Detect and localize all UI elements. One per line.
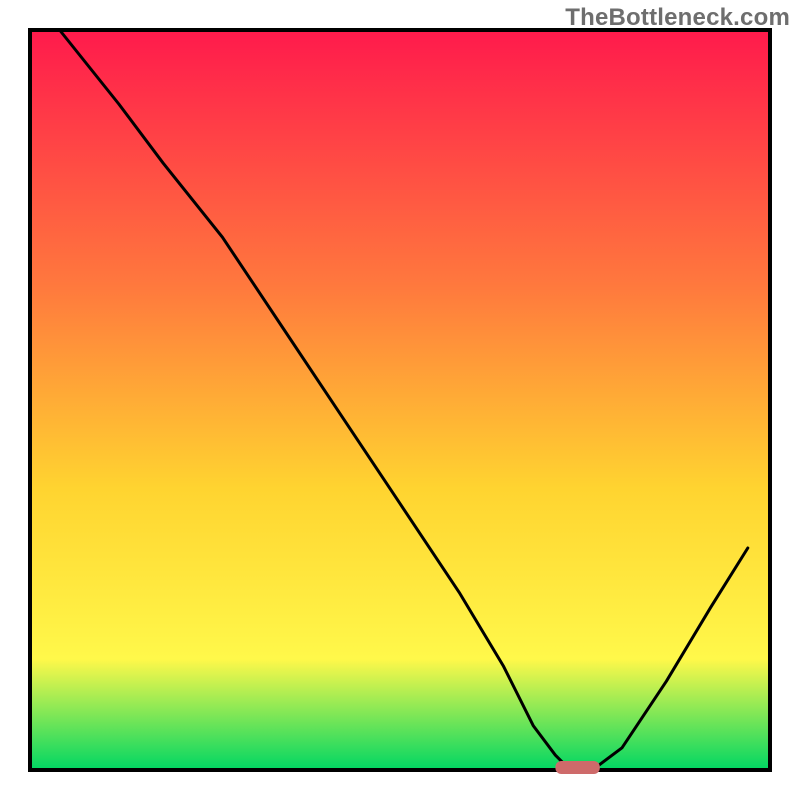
chart-container: { "watermark": "TheBottleneck.com", "cha… xyxy=(0,0,800,800)
plot-background xyxy=(30,30,770,770)
bottleneck-chart xyxy=(0,0,800,800)
watermark-text: TheBottleneck.com xyxy=(565,4,790,32)
optimal-marker xyxy=(555,761,599,774)
